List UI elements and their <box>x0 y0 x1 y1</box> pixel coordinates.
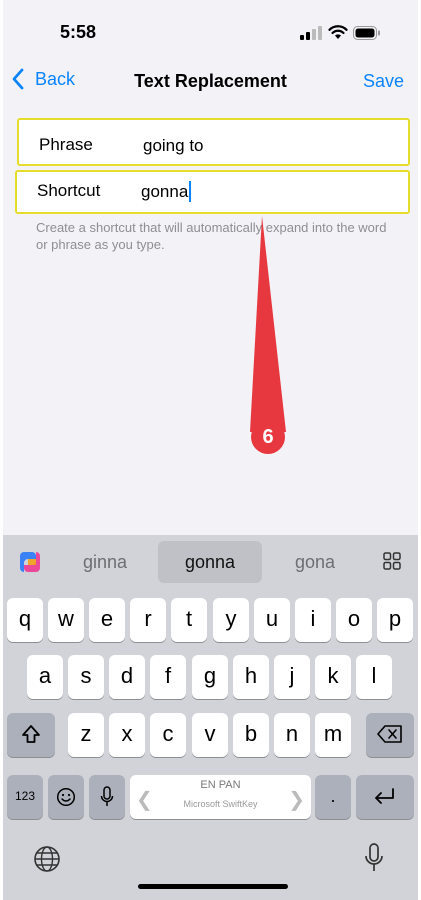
space-language-label: EN PAN <box>200 779 241 791</box>
space-key[interactable]: ❮ EN PAN Microsoft SwiftKey ❯ <box>130 775 311 819</box>
status-time: 5:58 <box>60 22 97 42</box>
key-i[interactable]: i <box>295 598 331 642</box>
key-u[interactable]: u <box>254 598 290 642</box>
home-indicator <box>138 884 288 889</box>
shift-icon <box>22 725 40 743</box>
shift-key[interactable] <box>7 713 55 757</box>
copilot-icon[interactable] <box>17 549 43 575</box>
cellular-signal-icon <box>300 26 322 40</box>
key-x[interactable]: x <box>109 713 145 757</box>
keyboard: ginna gonna gona q w e r t y u i o p a s… <box>3 535 418 900</box>
shortcut-value: gonna <box>141 181 189 201</box>
key-b[interactable]: b <box>233 713 269 757</box>
globe-icon[interactable] <box>33 845 61 873</box>
space-brand-label: Microsoft SwiftKey <box>183 799 258 809</box>
save-button[interactable]: Save <box>363 71 404 92</box>
grid-menu-icon[interactable] <box>383 552 401 570</box>
key-t[interactable]: t <box>171 598 207 642</box>
key-k[interactable]: k <box>315 655 351 699</box>
key-p[interactable]: p <box>377 598 413 642</box>
status-bar: 5:58 <box>3 0 418 60</box>
key-c[interactable]: c <box>150 713 186 757</box>
numbers-key[interactable]: 123 <box>7 775 43 819</box>
annotation-step-number: 6 <box>262 426 274 448</box>
dictation-key[interactable] <box>89 775 125 819</box>
delete-key[interactable] <box>366 713 414 757</box>
key-z[interactable]: z <box>68 713 104 757</box>
suggestion-3[interactable]: gona <box>265 541 365 583</box>
suggestion-2-selected[interactable]: gonna <box>158 541 262 583</box>
navigation-bar: Back Text Replacement Save <box>3 60 418 104</box>
battery-icon <box>353 26 380 40</box>
key-r[interactable]: r <box>130 598 166 642</box>
return-key[interactable] <box>356 775 414 819</box>
phrase-field[interactable]: Phrase going to <box>17 118 410 166</box>
key-j[interactable]: j <box>274 655 310 699</box>
key-d[interactable]: d <box>109 655 145 699</box>
key-m[interactable]: m <box>315 713 351 757</box>
shortcut-field[interactable]: Shortcut gonna <box>15 170 410 214</box>
key-f[interactable]: f <box>150 655 186 699</box>
emoji-key[interactable] <box>48 775 84 819</box>
key-w[interactable]: w <box>48 598 84 642</box>
wifi-icon <box>328 25 348 39</box>
help-text: Create a shortcut that will automaticall… <box>36 220 387 252</box>
chevron-right-icon: ❯ <box>288 789 305 811</box>
phone-screen: 5:58 Back Text Replacement Save Phrase g… <box>3 0 418 900</box>
period-key[interactable]: . <box>315 775 351 819</box>
phrase-input[interactable]: going to <box>143 136 204 156</box>
key-e[interactable]: e <box>89 598 125 642</box>
suggestion-bar: ginna gonna gona <box>3 535 418 589</box>
key-g[interactable]: g <box>192 655 228 699</box>
return-icon <box>375 788 394 804</box>
key-h[interactable]: h <box>233 655 269 699</box>
shortcut-input[interactable]: gonna <box>141 181 192 202</box>
text-caret <box>189 181 192 202</box>
microphone-icon[interactable] <box>363 842 385 874</box>
key-s[interactable]: s <box>68 655 104 699</box>
key-l[interactable]: l <box>356 655 392 699</box>
backspace-icon <box>377 725 402 743</box>
key-y[interactable]: y <box>213 598 249 642</box>
page-title: Text Replacement <box>134 71 287 91</box>
key-n[interactable]: n <box>274 713 310 757</box>
key-o[interactable]: o <box>336 598 372 642</box>
shortcut-label: Shortcut <box>37 181 101 200</box>
phrase-value: going to <box>143 136 204 155</box>
key-a[interactable]: a <box>27 655 63 699</box>
key-q[interactable]: q <box>7 598 43 642</box>
suggestion-1[interactable]: ginna <box>55 541 155 583</box>
microphone-icon <box>100 786 114 806</box>
key-v[interactable]: v <box>192 713 228 757</box>
emoji-icon <box>56 787 76 807</box>
phrase-label: Phrase <box>39 135 93 154</box>
